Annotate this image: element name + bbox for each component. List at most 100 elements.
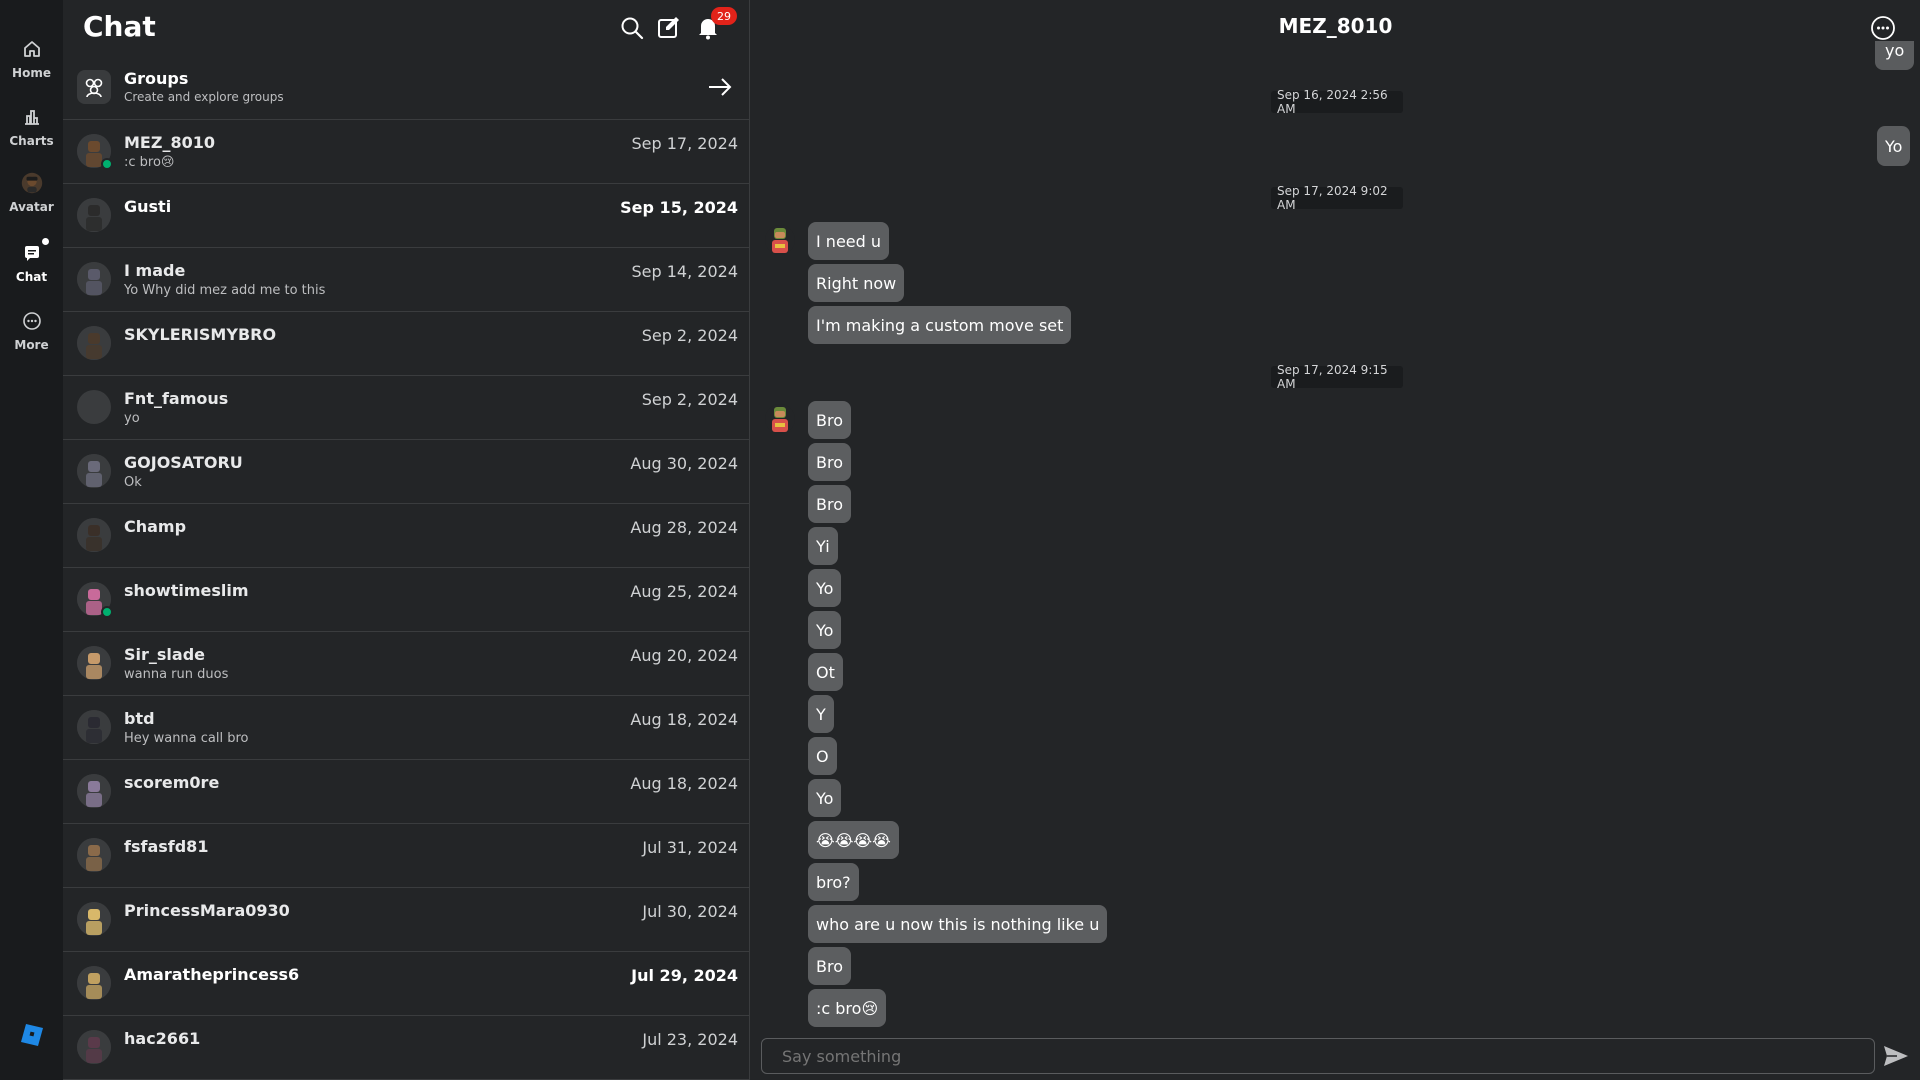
timestamp: Sep 17, 2024 9:15 AM — [1271, 363, 1403, 391]
left-nav: Home Charts Avatar Chat More — [0, 0, 63, 1080]
home-icon — [21, 38, 43, 60]
conversation-item[interactable]: GOJOSATORU Ok Aug 30, 2024 — [63, 440, 750, 504]
avatar — [77, 198, 111, 232]
message-bubble: Yi — [808, 527, 838, 565]
online-status-dot — [101, 606, 113, 618]
nav-avatar[interactable]: Avatar — [0, 168, 63, 232]
message-bubble: Y — [808, 695, 834, 733]
conversation-name: fsfasfd81 — [124, 837, 209, 856]
conversation-date: Aug 20, 2024 — [630, 646, 738, 665]
message-input[interactable] — [761, 1038, 1875, 1074]
conversation-item[interactable]: btd Hey wanna call bro Aug 18, 2024 — [63, 696, 750, 760]
conversation-title: MEZ_8010 — [1278, 14, 1393, 38]
avatar — [77, 838, 111, 872]
conversation-item[interactable]: Champ Aug 28, 2024 — [63, 504, 750, 568]
more-icon — [21, 310, 43, 332]
message-bubble: bro? — [808, 863, 859, 901]
message-bubble: who are u now this is nothing like u — [808, 905, 1108, 943]
message-bubble: Yo — [808, 779, 842, 817]
avatar — [77, 518, 111, 552]
conversation-item[interactable]: MEZ_8010:c bro😢 Sep 17, 2024 — [63, 120, 750, 184]
conversation-date: Sep 2, 2024 — [641, 390, 738, 409]
conversation-item[interactable]: showtimeslim Aug 25, 2024 — [63, 568, 750, 632]
conversation-preview: wanna run duos — [124, 667, 229, 682]
conversation-name: Amaratheprincess6 — [124, 965, 300, 984]
avatar — [77, 326, 111, 360]
conversation-name: btd — [124, 709, 155, 728]
nav-avatar-label: Avatar — [9, 200, 54, 214]
message-bubble: Ot — [808, 653, 843, 691]
more-options-icon — [1871, 16, 1895, 40]
conversation-item[interactable]: scorem0re Aug 18, 2024 — [63, 760, 750, 824]
message-bubble: Bro — [808, 485, 851, 523]
message-bubble: Right now — [808, 264, 905, 302]
conversation-preview: Yo Why did mez add me to this — [124, 283, 326, 298]
nav-more-label: More — [14, 338, 49, 352]
conversation-item[interactable]: PrincessMara0930 Jul 30, 2024 — [63, 888, 750, 952]
avatar — [77, 454, 111, 488]
conversation-item[interactable]: Amaratheprincess6 Jul 29, 2024 — [63, 952, 750, 1016]
send-icon — [1884, 1046, 1908, 1066]
conversation-preview: Ok — [124, 475, 142, 490]
conversation-options-button[interactable] — [1870, 15, 1896, 41]
avatar — [77, 390, 111, 424]
conversation-name: scorem0re — [124, 773, 220, 792]
my-message-bubble: Yo — [1877, 126, 1911, 166]
message-bubble: O — [808, 737, 837, 775]
conversation-item[interactable]: hac2661 Jul 23, 2024 — [63, 1016, 750, 1080]
nav-home[interactable]: Home — [0, 34, 63, 98]
sender-avatar — [765, 225, 795, 255]
sender-avatar — [765, 404, 795, 434]
message-bubble: I'm making a custom move set — [808, 306, 1072, 344]
compose-icon — [658, 17, 679, 38]
conversation-item[interactable]: fsfasfd81 Jul 31, 2024 — [63, 824, 750, 888]
conversation-date: Aug 18, 2024 — [630, 710, 738, 729]
avatar — [77, 902, 111, 936]
message-bubble: Bro — [808, 443, 851, 481]
conversation-date: Sep 14, 2024 — [631, 262, 739, 281]
nav-chat-label: Chat — [15, 270, 48, 284]
nav-charts-label: Charts — [9, 134, 54, 148]
conversation-name: MEZ_8010 — [124, 133, 215, 152]
nav-home-label: Home — [12, 66, 51, 80]
message-bubble: 😭😭😭😭 — [808, 821, 899, 859]
conversation-date: Sep 2, 2024 — [641, 326, 738, 345]
conversation-name: PrincessMara0930 — [124, 901, 290, 920]
search-icon — [621, 17, 644, 40]
conversation-preview: yo — [124, 411, 140, 426]
conversation-date: Aug 18, 2024 — [630, 774, 738, 793]
conversation-date: Aug 28, 2024 — [630, 518, 738, 537]
chat-unread-dot — [41, 238, 49, 245]
groups-title: Groups — [124, 69, 189, 88]
conversation-item[interactable]: I made Yo Why did mez add me to this Sep 1… — [63, 248, 750, 312]
nav-chat[interactable]: Chat — [0, 238, 63, 302]
online-status-dot — [101, 158, 113, 170]
conversation-preview: :c bro😢 — [124, 155, 175, 170]
conversation-item[interactable]: Sir_slade wanna run duos Aug 20, 2024 — [63, 632, 750, 696]
conversation-item[interactable]: Gusti Sep 15, 2024 — [63, 184, 750, 248]
send-button[interactable] — [1883, 1044, 1909, 1068]
new-chat-button[interactable] — [655, 14, 683, 42]
timestamp: Sep 17, 2024 9:02 AM — [1271, 184, 1403, 212]
conversation-name: Gusti — [124, 197, 172, 216]
avatar-icon — [21, 172, 43, 194]
nav-more[interactable]: More — [0, 306, 63, 370]
nav-charts[interactable]: Charts — [0, 102, 63, 166]
conversation-item[interactable]: Fnt_famous yo Sep 2, 2024 — [63, 376, 750, 440]
search-button[interactable] — [618, 14, 646, 42]
chat-list-panel: Chat 29 Groups Create and explore groups… — [63, 0, 750, 1080]
groups-entry[interactable]: Groups Create and explore groups — [63, 64, 750, 120]
conversation-name: showtimeslim — [124, 581, 249, 600]
avatar — [77, 710, 111, 744]
message-bubble: Yo — [808, 611, 842, 649]
chat-icon — [21, 238, 49, 264]
conversation-date: Sep 15, 2024 — [620, 198, 738, 217]
conversation-date: Jul 30, 2024 — [642, 902, 738, 921]
conversation-item[interactable]: SKYLERISMYBRO Sep 2, 2024 — [63, 312, 750, 376]
roblox-logo-icon[interactable] — [21, 1024, 43, 1046]
conversation-name: Champ — [124, 517, 187, 536]
arrow-right-icon — [709, 78, 732, 96]
conversation-date: Jul 23, 2024 — [642, 1030, 738, 1049]
conversation-name: hac2661 — [124, 1029, 201, 1048]
conversation-date: Aug 30, 2024 — [630, 454, 738, 473]
